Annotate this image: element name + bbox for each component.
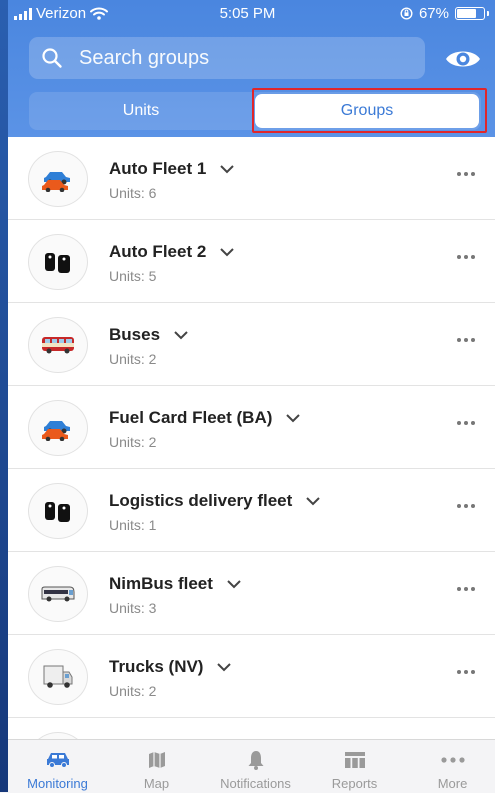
cars-icon	[28, 400, 88, 456]
more-options-icon[interactable]	[457, 421, 475, 425]
tab-notifications[interactable]: Notifications	[206, 740, 305, 793]
group-units: Units: 5	[109, 268, 157, 284]
bus-icon	[28, 317, 88, 373]
tab-reports[interactable]: Reports	[305, 740, 404, 793]
table-icon	[344, 750, 366, 770]
truck-icon	[28, 649, 88, 705]
tags-icon	[28, 483, 88, 539]
tab-bar: Monitoring Map Notifications Reports Mor…	[0, 739, 495, 793]
tab-label: Notifications	[220, 776, 291, 791]
group-name: Fuel Card Fleet (BA)	[109, 408, 301, 428]
car-icon	[45, 750, 71, 770]
list-item[interactable]: Fuel Card Fleet (BA) Units: 2	[8, 386, 495, 469]
group-units: Units: 6	[109, 185, 157, 201]
search-icon	[42, 48, 62, 68]
tab-label: Monitoring	[27, 776, 88, 791]
tags-icon	[28, 234, 88, 290]
list-item[interactable]: Auto Fleet 2 Units: 5	[8, 220, 495, 303]
group-name: NimBus fleet	[109, 574, 241, 594]
more-options-icon[interactable]	[457, 172, 475, 176]
group-units: Units: 1	[109, 517, 157, 533]
avatar-partial	[28, 732, 88, 739]
tab-units[interactable]: Units	[29, 92, 253, 130]
tab-groups[interactable]: Groups	[255, 94, 479, 128]
more-options-icon[interactable]	[457, 338, 475, 342]
tab-map[interactable]: Map	[107, 740, 206, 793]
groups-list: Auto Fleet 1 Units: 6 Auto Fleet 2 Units…	[8, 137, 495, 739]
list-item[interactable]: Buses Units: 2	[8, 303, 495, 386]
orientation-lock-icon	[400, 7, 413, 20]
more-options-icon[interactable]	[457, 504, 475, 508]
chevron-down-icon[interactable]	[174, 331, 188, 340]
cars-icon	[28, 151, 88, 207]
more-options-icon[interactable]	[457, 670, 475, 674]
chevron-down-icon[interactable]	[217, 663, 232, 672]
more-options-icon[interactable]	[457, 587, 475, 591]
battery-percent: 67%	[418, 5, 449, 22]
group-units: Units: 2	[109, 683, 157, 699]
search-placeholder: Search groups	[79, 46, 210, 69]
chevron-down-icon[interactable]	[220, 165, 235, 174]
bell-icon	[247, 750, 265, 770]
status-bar: Verizon 5:05 PM 67%	[0, 0, 495, 28]
battery-level	[457, 9, 476, 18]
tab-more[interactable]: More	[403, 740, 495, 793]
search-input[interactable]: Search groups	[29, 37, 425, 79]
group-name: Trucks (NV)	[109, 657, 232, 677]
list-item[interactable]: Logistics delivery fleet Units: 1	[8, 469, 495, 552]
tab-label: Reports	[331, 776, 378, 791]
ellipsis-icon	[440, 750, 465, 770]
chevron-down-icon[interactable]	[227, 580, 241, 589]
more-options-icon[interactable]	[457, 255, 475, 259]
battery-icon	[455, 7, 489, 20]
list-item-partial	[8, 718, 495, 739]
header: Verizon 5:05 PM 67% Search groups Units …	[0, 0, 495, 137]
status-right: 67%	[400, 5, 489, 22]
list-item[interactable]: Auto Fleet 1 Units: 6	[8, 137, 495, 220]
group-units: Units: 2	[109, 434, 157, 450]
eye-icon[interactable]	[444, 46, 482, 72]
chevron-down-icon[interactable]	[306, 497, 321, 506]
coach-icon	[28, 566, 88, 622]
left-edge-decoration	[0, 0, 8, 792]
group-units: Units: 3	[109, 600, 157, 616]
list-item[interactable]: Trucks (NV) Units: 2	[8, 635, 495, 718]
tab-label: More	[437, 776, 468, 791]
map-icon	[147, 750, 167, 770]
group-name: Buses	[109, 325, 188, 345]
chevron-down-icon[interactable]	[286, 414, 301, 423]
group-name: Auto Fleet 1	[109, 159, 235, 179]
chevron-down-icon[interactable]	[220, 248, 235, 257]
segmented-control: Units Groups	[29, 92, 481, 130]
tab-monitoring[interactable]: Monitoring	[8, 740, 107, 793]
group-units: Units: 2	[109, 351, 157, 367]
group-name: Auto Fleet 2	[109, 242, 235, 262]
tab-label: Map	[143, 776, 170, 791]
list-item[interactable]: NimBus fleet Units: 3	[8, 552, 495, 635]
group-name: Logistics delivery fleet	[109, 491, 321, 511]
